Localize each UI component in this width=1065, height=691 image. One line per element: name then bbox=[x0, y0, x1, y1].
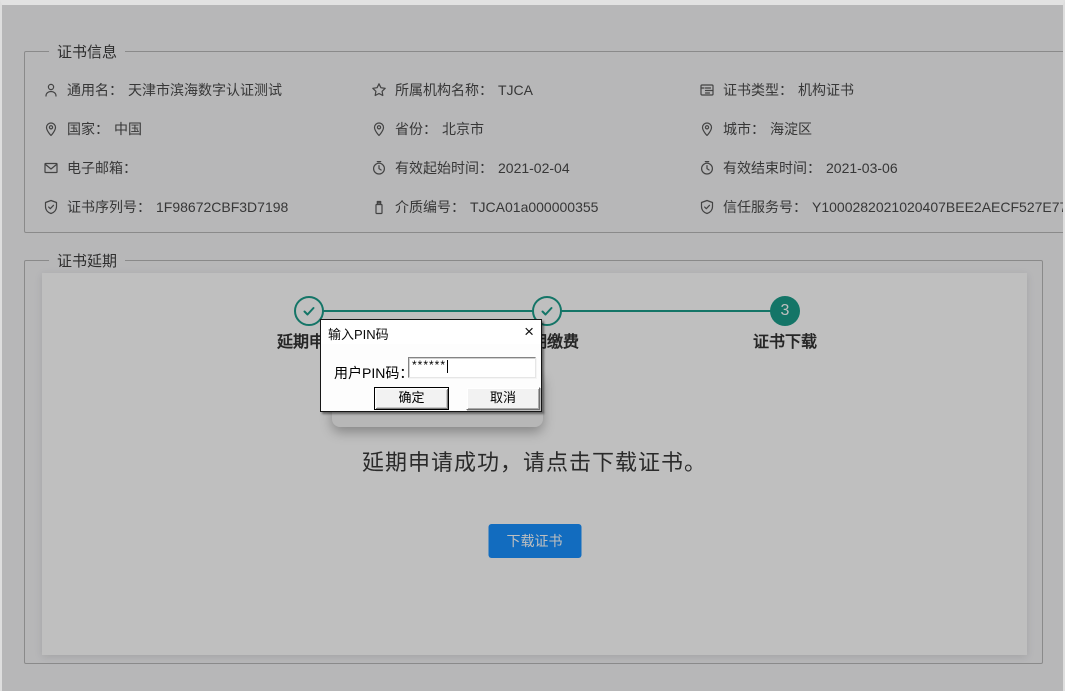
cancel-button[interactable]: 取消 bbox=[466, 387, 540, 410]
pin-field-label: 用户PIN码： bbox=[334, 363, 413, 383]
pin-dialog-title-bar: 输入PIN码 × bbox=[321, 320, 541, 344]
ok-button[interactable]: 确定 bbox=[374, 387, 449, 410]
close-icon[interactable]: × bbox=[524, 321, 534, 343]
pin-dialog-title: 输入PIN码 bbox=[328, 324, 389, 343]
certificate-page: 证书信息 通用名： 天津市滨海数字认证测试 所属机构名称： TJCA 证书类型：… bbox=[0, 0, 1065, 691]
text-caret bbox=[447, 360, 448, 373]
pin-input-value: ****** bbox=[412, 360, 446, 370]
pin-dialog: 输入PIN码 × 用户PIN码： ****** 确定 取消 bbox=[320, 319, 542, 412]
pin-input[interactable]: ****** bbox=[408, 357, 536, 378]
